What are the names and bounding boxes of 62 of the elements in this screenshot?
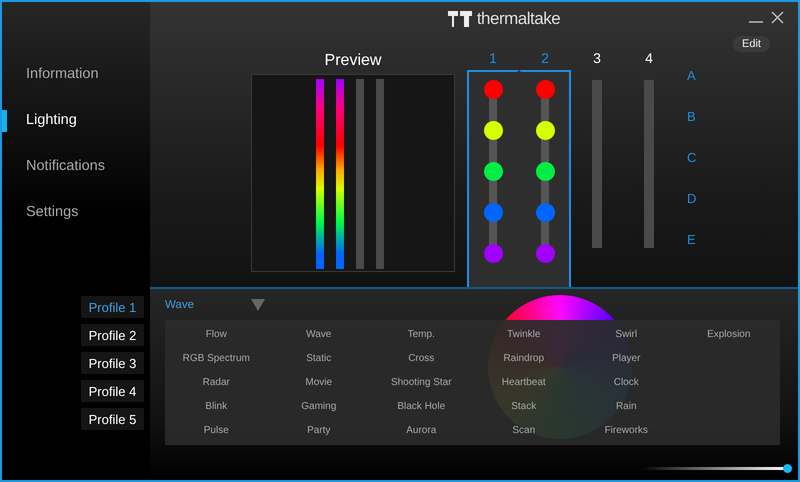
row-label: A — [687, 67, 696, 85]
menu-item[interactable]: Fireworks — [575, 418, 678, 442]
brand-name: thermaltake — [476, 9, 560, 29]
close-icon[interactable] — [771, 10, 784, 24]
profile-button[interactable]: Profile 2 — [81, 324, 144, 346]
led-dot[interactable] — [536, 203, 554, 222]
effect-dropdown[interactable]: Wave — [165, 299, 265, 311]
channel-label[interactable]: 2 — [541, 50, 549, 70]
menu-item[interactable]: Party — [268, 418, 370, 442]
menu-item[interactable]: Clock — [575, 370, 678, 394]
led-dot[interactable] — [536, 121, 554, 140]
menu-item[interactable]: Pulse — [165, 418, 268, 442]
row-label: E — [687, 231, 696, 249]
row-label: B — [687, 108, 696, 126]
led-dot[interactable] — [536, 244, 554, 263]
preview-title: Preview — [324, 52, 382, 71]
menu-item[interactable]: Gaming — [268, 394, 370, 418]
menu-item[interactable]: Static — [268, 346, 370, 371]
menu-item[interactable]: Scan — [472, 418, 575, 442]
menu-item[interactable]: Radar — [165, 370, 268, 394]
led-dot[interactable] — [484, 80, 502, 99]
led-dot[interactable] — [484, 244, 502, 263]
channel-label[interactable]: 4 — [645, 50, 653, 70]
nav-item[interactable]: Lighting — [2, 106, 150, 152]
led-dot[interactable] — [536, 162, 554, 181]
profile-button[interactable]: Profile 1 — [81, 296, 144, 318]
row-label: C — [687, 149, 696, 167]
nav-item[interactable]: Notifications — [2, 152, 150, 198]
led-dot[interactable] — [536, 80, 554, 99]
row-label: D — [687, 190, 696, 208]
led-dot[interactable] — [484, 121, 502, 140]
nav-item[interactable]: Information — [2, 60, 150, 106]
profile-button[interactable]: Profile 4 — [81, 380, 144, 402]
edit-button[interactable]: Edit — [733, 36, 770, 52]
channel-label[interactable]: 3 — [593, 50, 601, 70]
menu-item[interactable]: Temp. — [370, 323, 472, 347]
nav-item[interactable]: Settings — [2, 198, 150, 244]
menu-item[interactable]: Raindrop — [472, 346, 575, 371]
menu-item[interactable]: Player — [575, 346, 678, 371]
menu-item[interactable]: RGB Spectrum — [165, 346, 268, 371]
menu-item[interactable]: Swirl — [575, 323, 678, 347]
channel-label[interactable]: 1 — [489, 50, 497, 70]
caret-icon — [251, 299, 265, 311]
brightness-slider[interactable] — [640, 464, 792, 473]
menu-item[interactable]: Black Hole — [370, 394, 472, 418]
menu-item[interactable]: Twinkle — [472, 323, 575, 347]
menu-item[interactable]: Aurora — [370, 418, 472, 442]
menu-item[interactable]: Stack — [472, 394, 575, 418]
logo-icon — [448, 11, 472, 27]
menu-item[interactable]: Cross — [370, 346, 472, 371]
menu-item[interactable]: Movie — [268, 370, 370, 394]
menu-item[interactable]: Wave — [268, 323, 370, 347]
profile-button[interactable]: Profile 3 — [81, 352, 144, 374]
menu-item[interactable]: Explosion — [678, 323, 780, 347]
menu-item[interactable]: Rain — [575, 394, 678, 418]
menu-item[interactable]: Flow — [165, 323, 268, 347]
menu-item[interactable]: Shooting Star — [370, 370, 472, 394]
profile-button[interactable]: Profile 5 — [81, 408, 144, 430]
menu-item[interactable]: Heartbeat — [472, 370, 575, 394]
menu-item[interactable]: Blink — [165, 394, 268, 418]
led-dot[interactable] — [484, 162, 502, 181]
led-dot[interactable] — [484, 203, 502, 222]
